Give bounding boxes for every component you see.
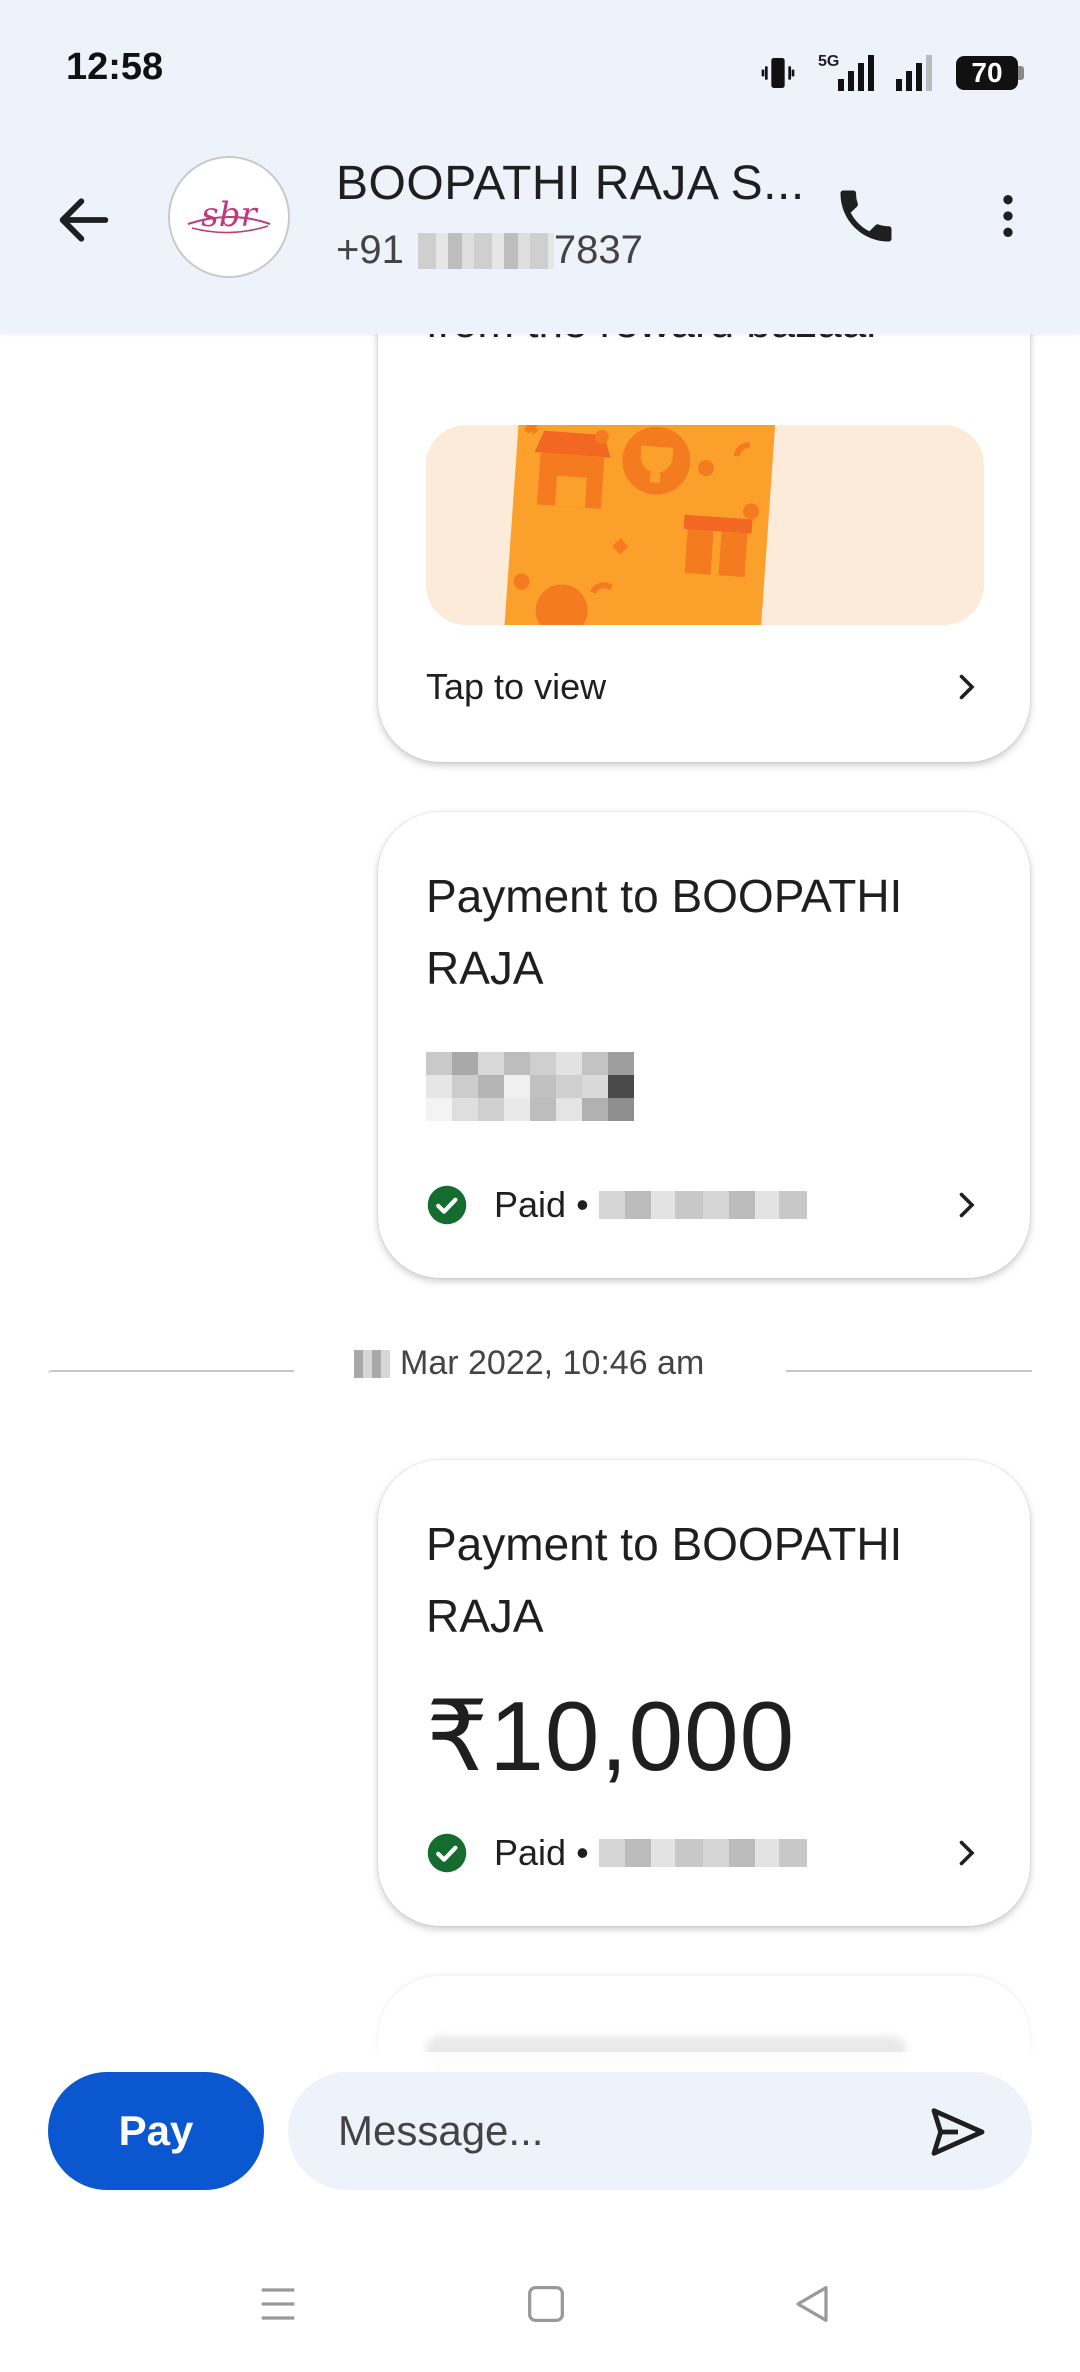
network-type-label: 5G [818,53,840,70]
redacted-amount [426,1052,634,1122]
phone-suffix: 7837 [553,228,643,272]
pay-button[interactable]: Pay [48,2072,264,2190]
reward-card[interactable]: from the reward bazaar [378,260,1030,762]
chat-header: sbr BOOPATHI RAJA S... +91 7837 [0,130,1080,330]
recents-menu-icon[interactable] [248,2276,308,2332]
payment-status-row[interactable]: Paid • [426,1184,984,1226]
payment-card[interactable]: Payment to BOOPATHI RAJA Paid • [378,812,1030,1278]
back-arrow-icon[interactable] [52,188,116,252]
payment-card[interactable]: Payment to BOOPATHI RAJA ₹10,000 Paid • [378,1460,1030,1926]
chevron-right-icon [959,1192,975,1218]
separator-line-right [786,1370,1032,1374]
message-field[interactable] [288,2072,1032,2190]
status-separator: • [576,1184,589,1225]
avatar[interactable]: sbr [168,156,290,278]
tap-to-view-row[interactable]: Tap to view [426,666,984,708]
redacted-date [598,1191,807,1219]
vibrate-icon [761,58,795,88]
payment-title: Payment to BOOPATHI RAJA [426,1518,903,1642]
chevron-right-icon [959,674,975,700]
message-input[interactable] [336,2106,900,2156]
status-icons: 5G 70 [758,48,1024,98]
payment-amount: ₹10,000 [426,1681,796,1791]
signal-5g-icon: 5G [816,53,876,93]
redacted-phone-digits [417,232,554,269]
redacted-day [354,1349,390,1378]
battery-icon: 70 [956,56,1024,90]
tap-to-view-label: Tap to view [426,666,607,707]
check-circle-icon [427,1185,467,1225]
battery-level: 70 [956,56,1018,90]
payment-title: Payment to BOOPATHI RAJA [426,870,903,994]
signal-icon [896,55,932,91]
reward-card-illustration [426,425,984,625]
top-bar: 12:58 5G 70 sbr BOOPATHI RAJA S... +91 7… [0,0,1080,334]
send-icon[interactable] [926,2100,990,2164]
more-vert-icon[interactable] [980,182,1036,250]
status-separator: • [576,1832,589,1873]
back-triangle-icon[interactable] [782,2276,842,2332]
status-bar: 12:58 5G 70 [0,0,1080,130]
date-separator-label: Mar 2022, 10:46 am [400,1344,705,1382]
date-separator: Mar 2022, 10:46 am [48,1334,1032,1404]
composer-bar: Pay [0,2052,1080,2212]
avatar-monogram: sbr [201,195,258,235]
system-nav-bar [0,2236,1080,2372]
payment-status: Paid [494,1184,567,1225]
contact-name[interactable]: BOOPATHI RAJA S... [336,156,805,211]
phone-prefix: +91 [336,228,404,272]
home-square-icon[interactable] [516,2276,576,2332]
date-separator-text: Mar 2022, 10:46 am [354,1344,704,1383]
chevron-right-icon [959,1840,975,1866]
chat-thread: from the reward bazaar [0,0,1080,2372]
payment-status: Paid [494,1832,567,1873]
separator-line-left [48,1370,294,1374]
contact-phone: +91 7837 [336,228,643,273]
payment-status-row[interactable]: Paid • [426,1832,984,1874]
status-time: 12:58 [66,46,164,88]
redacted-date [598,1839,807,1867]
phone-call-icon[interactable] [832,182,900,250]
check-circle-icon [427,1833,467,1873]
